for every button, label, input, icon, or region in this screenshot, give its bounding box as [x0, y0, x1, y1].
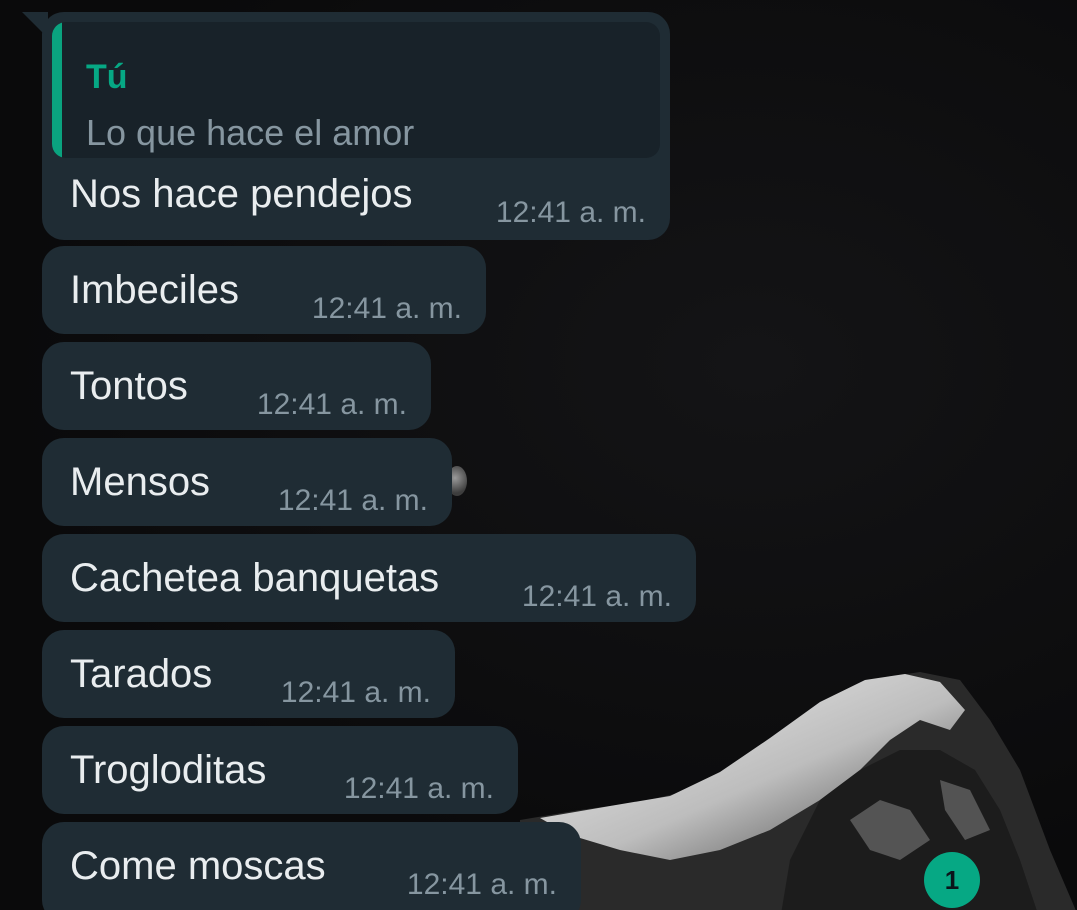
chat-view: Tú Lo que hace el amor Nos hace pendejos…: [0, 0, 1077, 910]
message-text: Mensos: [70, 460, 211, 504]
quote-accent-bar: [52, 22, 62, 158]
message-timestamp: 12:41 a. m.: [280, 676, 431, 709]
message-timestamp: 12:41 a. m.: [521, 580, 672, 613]
message-bubble-with-reply[interactable]: Tú Lo que hace el amor Nos hace pendejos…: [22, 12, 670, 240]
message-text: Imbeciles: [70, 268, 239, 312]
quoted-author: Tú: [86, 58, 128, 96]
message-timestamp: 12:41 a. m.: [406, 868, 557, 901]
message-bubble[interactable]: Imbeciles 12:41 a. m.: [42, 246, 486, 334]
message-text: Nos hace pendejos: [70, 172, 413, 216]
quoted-message[interactable]: Tú Lo que hace el amor: [52, 22, 660, 158]
unread-count-badge[interactable]: 1: [924, 852, 980, 908]
message-timestamp: 12:41 a. m.: [277, 484, 428, 517]
message-bubble[interactable]: Cachetea banquetas 12:41 a. m.: [42, 534, 696, 622]
message-bubble[interactable]: Tontos 12:41 a. m.: [42, 342, 431, 430]
wallpaper-mountain-image: [520, 672, 1076, 910]
message-bubble[interactable]: Mensos 12:41 a. m.: [42, 438, 452, 526]
message-text: Come moscas: [70, 844, 326, 888]
bubble-tail: [22, 12, 48, 38]
message-timestamp: 12:41 a. m.: [256, 388, 407, 421]
message-bubble[interactable]: Tarados 12:41 a. m.: [42, 630, 455, 718]
message-text: Cachetea banquetas: [70, 556, 440, 600]
message-text: Tarados: [70, 652, 213, 696]
message-bubble[interactable]: Come moscas 12:41 a. m.: [42, 822, 581, 910]
quoted-text: Lo que hace el amor: [86, 112, 415, 153]
message-text: Tontos: [70, 364, 188, 408]
message-text: Trogloditas: [70, 748, 267, 792]
message-timestamp: 12:41 a. m.: [311, 292, 462, 325]
message-bubble[interactable]: Trogloditas 12:41 a. m.: [42, 726, 518, 814]
message-timestamp: 12:41 a. m.: [495, 196, 646, 229]
message-timestamp: 12:41 a. m.: [343, 772, 494, 805]
